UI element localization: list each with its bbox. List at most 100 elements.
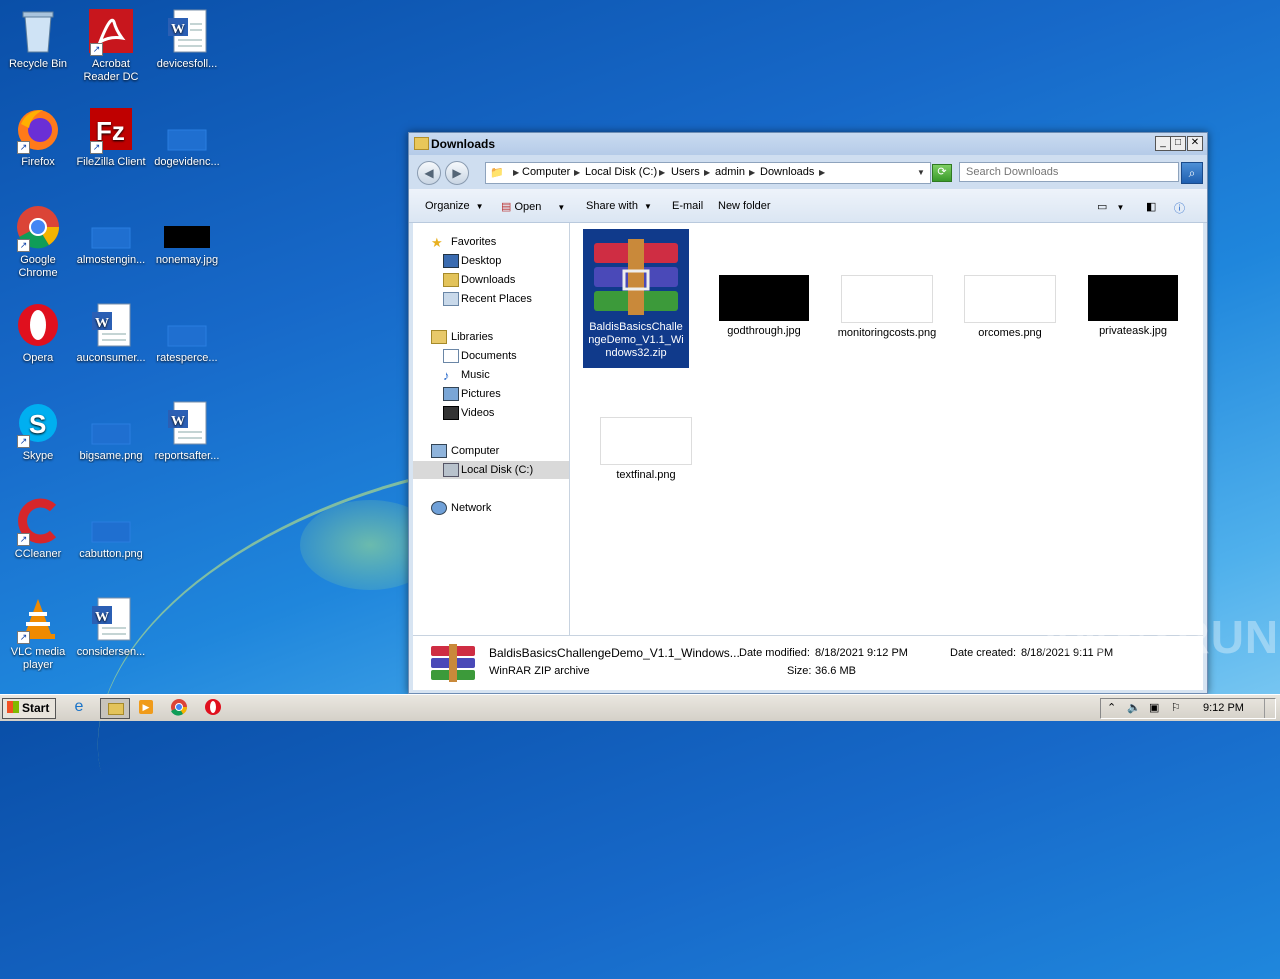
winrar-archive-icon <box>429 642 477 685</box>
nav-network[interactable]: Network <box>413 499 569 517</box>
desktop-icon-recycle-bin[interactable]: Recycle Bin <box>0 8 76 71</box>
shortcut-arrow-icon: ↗ <box>90 43 103 56</box>
address-bar[interactable]: 📁 ▶ Computer ▶ Local Disk (C:) ▶ Users ▶… <box>485 162 931 184</box>
desktop-icon-ratesperce[interactable]: ratesperce... <box>149 302 225 365</box>
breadcrumb-local-disk[interactable]: Local Disk (C:) <box>585 166 657 178</box>
file-item-textfinal[interactable]: textfinal.png <box>593 417 699 482</box>
nav-computer[interactable]: Computer <box>413 442 569 460</box>
opera-icon <box>15 302 61 348</box>
share-with-button[interactable]: Share with ▼ <box>586 200 652 212</box>
desktop-icon-chrome[interactable]: ↗ Google Chrome <box>0 204 76 280</box>
desktop-icon-firefox[interactable]: ↗ Firefox <box>0 106 76 169</box>
desktop-icon-vlc[interactable]: ↗ VLC media player <box>0 596 76 672</box>
svg-text:S: S <box>29 409 46 439</box>
nav-pictures[interactable]: Pictures <box>413 385 569 403</box>
open-button[interactable]: ▤ Open ▼ <box>501 200 565 213</box>
image-thumbnail <box>1088 275 1178 321</box>
action-center-flag-icon[interactable]: ⚐ <box>1171 701 1181 714</box>
nav-favorites[interactable]: ★ Favorites <box>413 233 569 251</box>
nav-music[interactable]: ♪ Music <box>413 366 569 384</box>
desktop-icon-nonemay[interactable]: nonemay.jpg <box>149 204 225 267</box>
nav-videos[interactable]: Videos <box>413 404 569 422</box>
desktop-icon-reportsafter[interactable]: W reportsafter... <box>149 400 225 463</box>
search-icon[interactable]: ⌕ <box>1181 162 1203 184</box>
file-item-godthrough[interactable]: godthrough.jpg <box>711 275 817 338</box>
organize-button[interactable]: Organize ▼ <box>425 200 484 212</box>
folder-icon <box>108 703 124 715</box>
email-button[interactable]: E-mail <box>672 200 703 212</box>
vlc-icon: ↗ <box>15 596 61 644</box>
shortcut-arrow-icon: ↗ <box>17 141 30 154</box>
shortcut-arrow-icon: ↗ <box>17 533 30 546</box>
downloads-folder-icon <box>443 273 459 287</box>
refresh-button[interactable]: ⟳ <box>932 164 952 182</box>
pictures-icon <box>443 387 459 401</box>
documents-icon <box>443 349 459 363</box>
back-button[interactable]: ◀ <box>417 161 441 185</box>
opera-taskbar-icon[interactable] <box>204 698 226 717</box>
nav-documents[interactable]: Documents <box>413 347 569 365</box>
close-button[interactable]: ✕ <box>1187 136 1203 151</box>
music-icon: ♪ <box>443 368 450 383</box>
internet-explorer-icon[interactable]: e <box>68 698 90 717</box>
breadcrumb-computer[interactable]: Computer <box>522 166 570 178</box>
file-item-monitoringcosts[interactable]: monitoringcosts.png <box>834 275 940 340</box>
desktop-icon-almostengin[interactable]: almostengin... <box>73 204 149 267</box>
file-item-baldis-zip[interactable]: BaldisBasicsChallengeDemo_V1.1_Windows32… <box>583 229 689 368</box>
clock[interactable]: 9:12 PM <box>1203 702 1244 714</box>
desktop-icon-auconsumer[interactable]: W auconsumer... <box>73 302 149 365</box>
file-item-privateask[interactable]: privateask.jpg <box>1080 275 1186 338</box>
chrome-icon: ↗ <box>15 204 61 252</box>
desktop-icon-acrobat[interactable]: ↗ Acrobat Reader DC <box>73 8 149 84</box>
nav-local-disk[interactable]: Local Disk (C:) <box>413 461 569 479</box>
image-thumbnail <box>964 275 1056 323</box>
desktop-icon-devicesfoll[interactable]: W devicesfoll... <box>149 8 225 71</box>
breadcrumb-users[interactable]: Users <box>671 166 700 178</box>
title-bar[interactable]: Downloads _ □ ✕ <box>409 133 1207 155</box>
file-item-orcomes[interactable]: orcomes.png <box>957 275 1063 340</box>
desktop-icon-opera[interactable]: Opera <box>0 302 76 365</box>
desktop-icon-bigsame[interactable]: bigsame.png <box>73 400 149 463</box>
volume-icon[interactable]: 🔈 <box>1127 701 1141 714</box>
address-dropdown-icon[interactable]: ▼ <box>914 166 928 178</box>
explorer-taskbar-button[interactable] <box>100 698 130 719</box>
desktop-icon-considersen[interactable]: W considersen... <box>73 596 149 659</box>
new-folder-button[interactable]: New folder <box>718 200 771 212</box>
nav-desktop[interactable]: Desktop <box>413 252 569 270</box>
svg-text:W: W <box>171 414 185 429</box>
help-icon[interactable]: ⓘ <box>1174 200 1185 216</box>
show-desktop-button[interactable] <box>1264 699 1275 718</box>
desktop-icon-skype[interactable]: S ↗ Skype <box>0 400 76 463</box>
desktop-icon-cabutton[interactable]: cabutton.png <box>73 498 149 561</box>
chrome-taskbar-icon[interactable] <box>170 698 192 717</box>
computer-icon <box>431 444 447 458</box>
preview-pane-icon[interactable]: ◧ <box>1146 200 1156 213</box>
media-player-icon[interactable]: ▶ <box>136 698 158 717</box>
desktop-icon-filezilla[interactable]: Fz ↗ FileZilla Client <box>73 106 149 169</box>
desktop-icon <box>443 254 459 268</box>
desktop-icon-dogevidenc[interactable]: dogevidenc... <box>149 106 225 169</box>
details-file-type: WinRAR ZIP archive <box>489 665 590 677</box>
minimize-button[interactable]: _ <box>1155 136 1171 151</box>
breadcrumb-downloads[interactable]: Downloads <box>760 166 814 178</box>
black-image-icon <box>164 204 210 250</box>
acrobat-icon: ↗ <box>88 8 134 56</box>
desktop-icon-ccleaner[interactable]: ↗ CCleaner <box>0 498 76 561</box>
start-button[interactable]: Start <box>2 698 56 719</box>
change-view-icon[interactable]: ▭ ▼ <box>1097 200 1124 213</box>
breadcrumb-admin[interactable]: admin <box>715 166 745 178</box>
show-hidden-icons-icon[interactable]: ⌃ <box>1107 701 1116 714</box>
libraries-icon <box>431 330 447 344</box>
forward-button[interactable]: ▶ <box>445 161 469 185</box>
folder-icon <box>414 137 429 150</box>
search-input[interactable] <box>959 162 1179 182</box>
nav-recent-places[interactable]: Recent Places <box>413 290 569 308</box>
network-tray-icon[interactable]: ▣ <box>1149 701 1159 714</box>
image-thumbnail <box>600 417 692 465</box>
blank-file-icon <box>88 204 134 250</box>
command-bar: Organize ▼ ▤ Open ▼ Share with ▼ E-mail New… <box>409 189 1207 223</box>
nav-downloads[interactable]: Downloads <box>413 271 569 289</box>
shortcut-arrow-icon: ↗ <box>90 141 103 154</box>
maximize-button[interactable]: □ <box>1170 136 1186 151</box>
nav-libraries[interactable]: Libraries <box>413 328 569 346</box>
